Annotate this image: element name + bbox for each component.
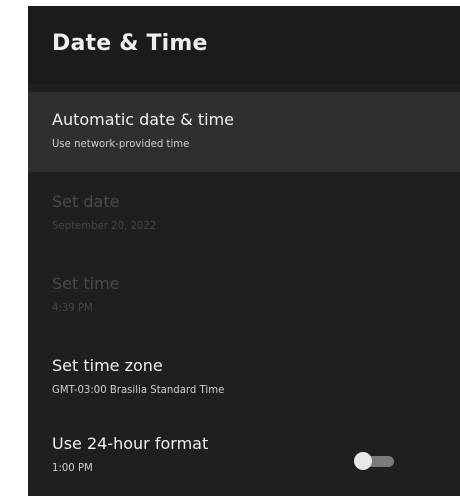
toggle-thumb [354, 452, 372, 470]
settings-header: Date & Time [28, 6, 460, 84]
setting-subtitle: 1:00 PM [52, 461, 93, 474]
date-time-settings-panel: Date & Time Automatic date & time Use ne… [28, 6, 460, 496]
setting-set-time: Set time 4:39 PM [28, 256, 460, 336]
setting-set-time-zone[interactable]: Set time zone GMT-03:00 Brasilia Standar… [28, 338, 460, 418]
setting-subtitle: Use network-provided time [52, 137, 190, 150]
setting-automatic-date-time[interactable]: Automatic date & time Use network-provid… [28, 92, 460, 172]
setting-set-date: Set date September 20, 2022 [28, 174, 460, 254]
setting-title: Use 24-hour format [52, 434, 209, 453]
setting-subtitle: September 20, 2022 [52, 219, 157, 232]
setting-subtitle: GMT-03:00 Brasilia Standard Time [52, 383, 225, 396]
setting-title: Set date [52, 192, 120, 211]
setting-use-24-hour-format[interactable]: Use 24-hour format 1:00 PM [28, 416, 460, 496]
setting-subtitle: 4:39 PM [52, 301, 93, 314]
setting-title: Automatic date & time [52, 110, 235, 129]
page-title: Date & Time [52, 31, 208, 56]
24-hour-format-toggle[interactable] [354, 452, 396, 470]
setting-title: Set time zone [52, 356, 163, 375]
setting-title: Set time [52, 274, 120, 293]
